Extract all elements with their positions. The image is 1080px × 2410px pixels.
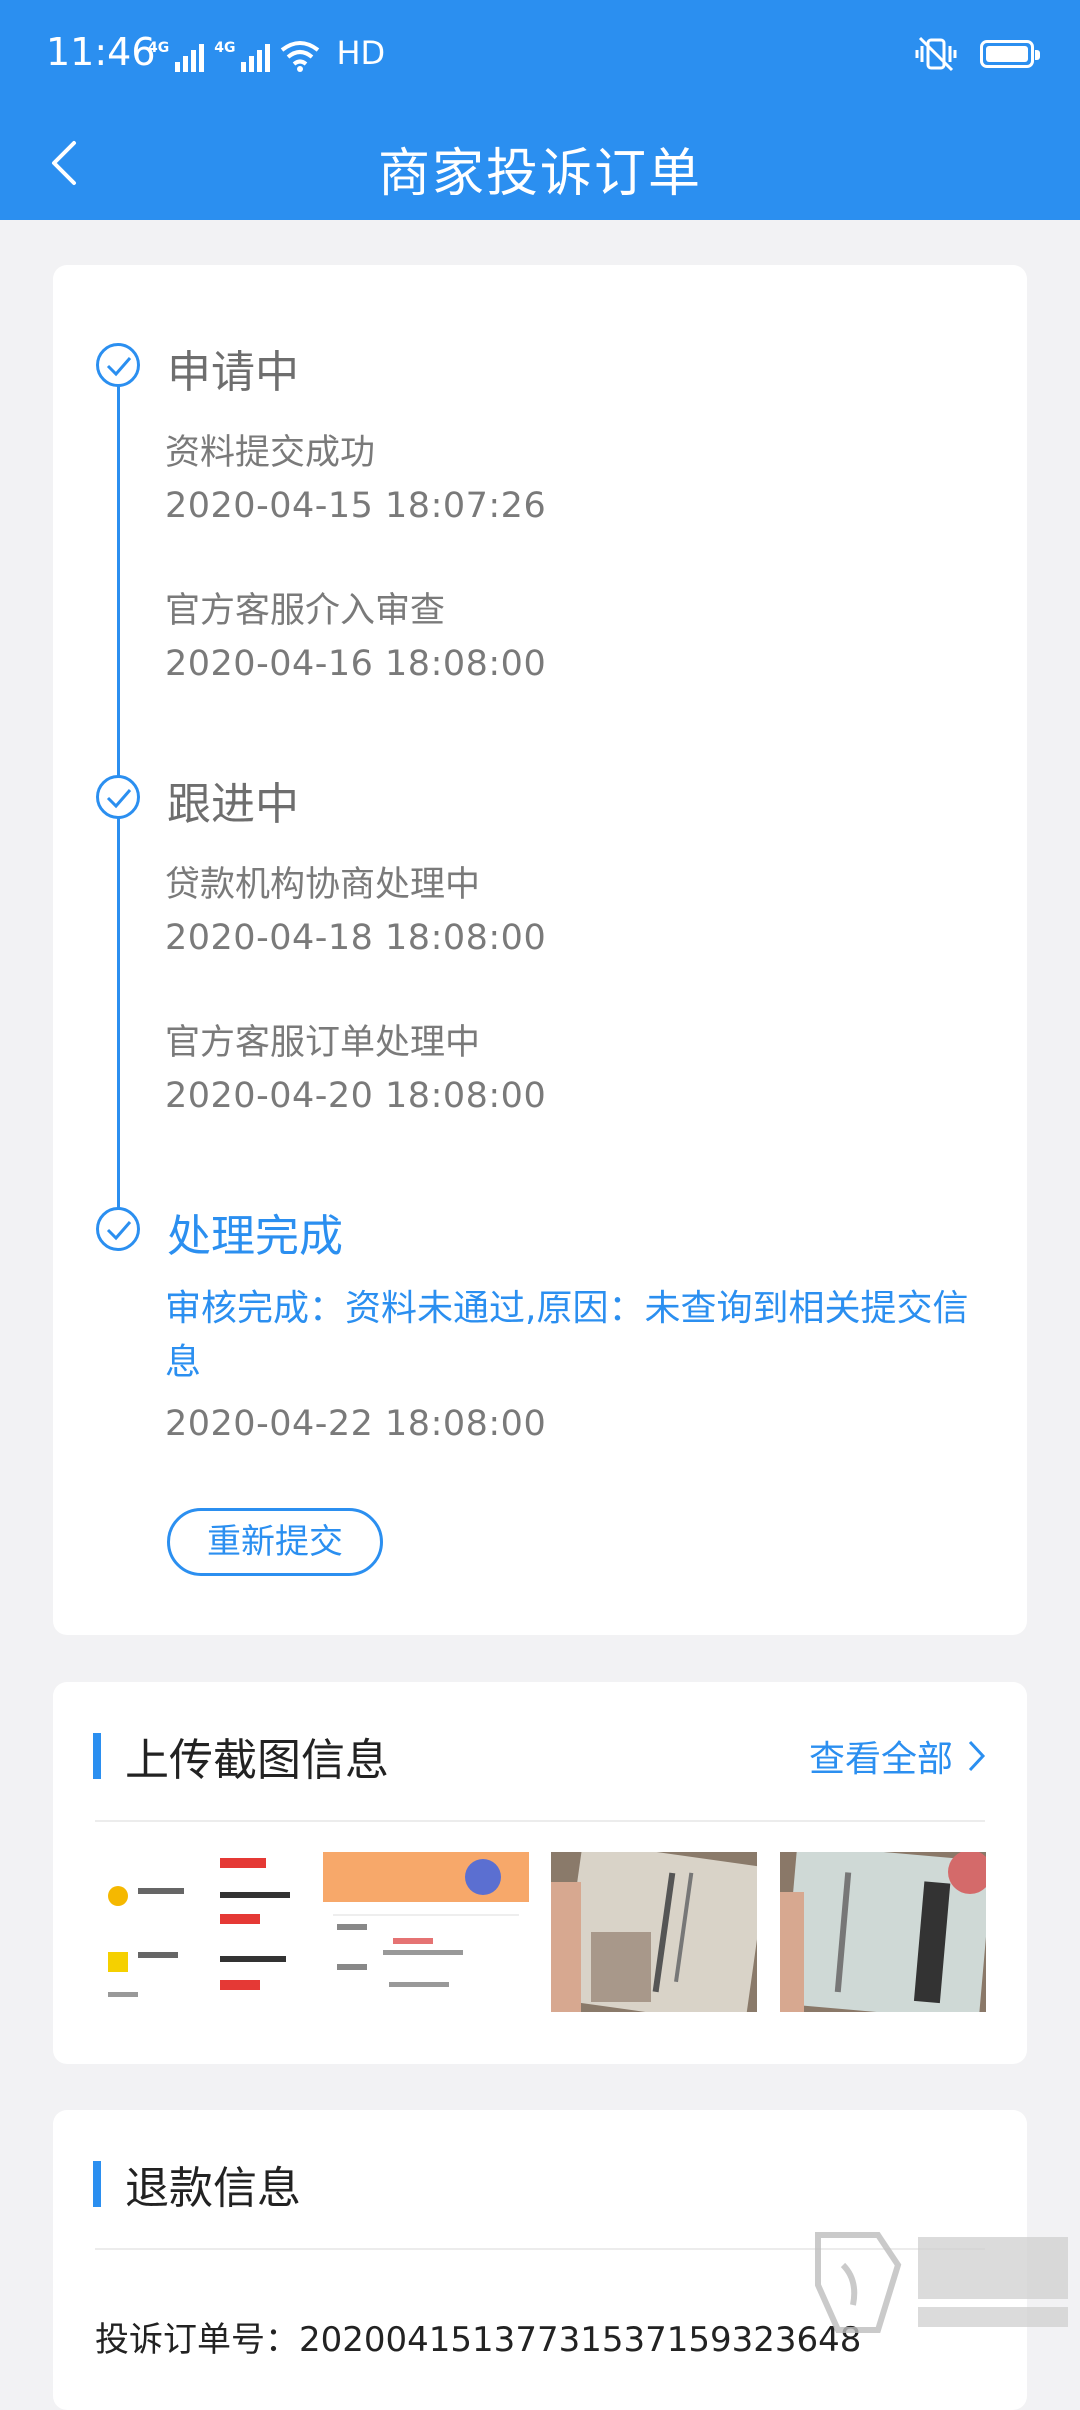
chevron-right-icon: [968, 1740, 986, 1772]
stage-title: 申请中: [167, 347, 299, 398]
status-time: 11:46: [46, 30, 156, 74]
status-bar: 11:46 4G 4G HD: [0, 0, 1080, 105]
resubmit-button[interactable]: 重新提交: [167, 1508, 383, 1576]
status-icons-right: [914, 34, 1040, 74]
timeline-item-time: 2020-04-22 18:08:00: [165, 1404, 547, 1444]
timeline-item-time: 2020-04-15 18:07:26: [165, 486, 547, 526]
timeline-item-time: 2020-04-20 18:08:00: [165, 1076, 547, 1116]
page-title: 商家投诉订单: [377, 144, 702, 204]
timeline-item-text: 官方客服介入审查: [165, 591, 446, 631]
screenshot-thumbnail[interactable]: [98, 1852, 304, 2012]
section-title: 退款信息: [125, 2163, 301, 2214]
signal-label: 4G: [148, 40, 170, 56]
signal-icon: 4G: [148, 40, 205, 72]
check-circle-icon: [96, 343, 140, 387]
vibrate-mute-icon: [915, 36, 957, 72]
section-header: 退款信息: [93, 2152, 301, 2216]
stage-title: 处理完成: [167, 1211, 343, 1262]
section-accent-bar: [93, 1733, 101, 1779]
hd-indicator: HD: [336, 34, 386, 72]
timeline-item-text: 贷款机构协商处理中: [165, 865, 481, 905]
nav-bar: 商家投诉订单: [0, 105, 1080, 220]
section-title: 上传截图信息: [125, 1735, 389, 1786]
timeline-item-text: 资料提交成功: [165, 433, 376, 473]
view-all-link[interactable]: 查看全部: [809, 1730, 987, 1782]
section-header: 上传截图信息: [93, 1724, 389, 1788]
timeline-item-time: 2020-04-18 18:08:00: [165, 918, 547, 958]
check-circle-icon: [96, 1207, 140, 1251]
status-icons-left: 4G 4G HD: [148, 32, 385, 72]
screenshot-thumbnail[interactable]: [780, 1852, 986, 2012]
watermark-logo: [815, 2232, 1068, 2333]
screenshot-thumbnail[interactable]: [323, 1852, 529, 2012]
check-circle-icon: [96, 775, 140, 819]
timeline-item-time: 2020-04-16 18:08:00: [165, 644, 547, 684]
wifi-icon: [281, 41, 320, 72]
complaint-order-number: 投诉订单号：20200415137731537159323648: [95, 2320, 862, 2360]
divider: [95, 1820, 985, 1822]
screenshot-thumbnail[interactable]: [551, 1852, 757, 2012]
stage-title: 跟进中: [167, 779, 299, 830]
section-accent-bar: [93, 2161, 101, 2207]
signal-icon: 4G: [214, 40, 271, 72]
timeline-item-text: 官方客服订单处理中: [165, 1023, 481, 1063]
signal-label: 4G: [214, 40, 236, 56]
battery-icon: [980, 40, 1040, 68]
view-all-label: 查看全部: [808, 1739, 953, 1780]
review-result: 审核完成：资料未通过,原因：未查询到相关提交信息: [165, 1288, 969, 1383]
